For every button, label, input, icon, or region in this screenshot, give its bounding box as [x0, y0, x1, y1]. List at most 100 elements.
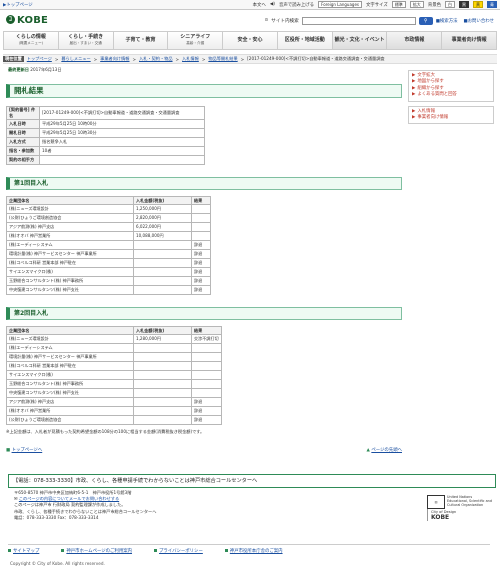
arrow-right-icon: ▶: [412, 79, 416, 85]
table-row: 契約の相手方: [6, 155, 205, 165]
breadcrumb: 現在位置 トップページ > 暮らしメニュー > 事業者向け情報 > 入札・契約・物品 >…: [3, 54, 497, 64]
round1-table: 企業団体名 入札金額(税抜) 結果 (株)ニューズ環境設計 1,250,000円 (公…: [6, 196, 211, 295]
nav-item-senior[interactable]: シニアライフ 高齢・介護: [168, 32, 224, 49]
page-title: 開札結果: [6, 84, 402, 98]
to-top-page-link[interactable]: ■ トップページへ: [6, 447, 42, 453]
footer-link-access[interactable]: 神戸市役所本庁舎のご案内: [224, 548, 283, 554]
bg-yellow-button[interactable]: 黄: [473, 1, 483, 8]
footer-link-privacy[interactable]: プライバシーポリシー: [154, 548, 203, 554]
search-input[interactable]: [301, 16, 416, 25]
table-row: (株)エーディーシステム: [6, 343, 222, 353]
site-search: ⊙ サイト内検索 ⚲ ■検索方法 ■お問い合わせ: [264, 16, 494, 25]
foreign-languages-button[interactable]: Foreign Languages: [318, 1, 362, 8]
utility-bar: ▶トップページ 本文へ ◀) 音声で読み上げる Foreign Language…: [0, 0, 500, 10]
search-label: サイト内検索: [271, 18, 299, 24]
nav-item-procedures[interactable]: くらし・手続き 届出・すまい・交通: [59, 32, 114, 49]
table-row: (株)オオバ 神戸営業所 10,088,000円: [6, 231, 211, 241]
breadcrumb-current-label: 現在位置: [3, 56, 24, 62]
square-icon: [8, 549, 11, 552]
square-icon: [61, 549, 65, 552]
table-row: (株)コベルコ科研 営業本部 神戸駐在: [6, 361, 222, 371]
footer-address: 〒650-8570 神戸市中央区加納町6-5-1 神戸市役所1号館3階 ✉ この…: [14, 490, 157, 520]
table-row: 入札日時 平成29年5月25日 10時00分: [6, 119, 205, 129]
to-top-link[interactable]: ▶トップページ: [3, 2, 33, 8]
breadcrumb-link[interactable]: 入札・契約・物品: [139, 56, 173, 62]
table-row: サイエンスマイクロ(株) 辞退: [6, 267, 211, 277]
site-logo[interactable]: ｺ KOBE: [6, 15, 48, 26]
table-row: 玉野総合コンサルタント(株) 神戸事務所: [6, 379, 222, 389]
price-note: ※上記金額は、入札者が見積もった契約希望金額の108分の100に相当する金額(消…: [6, 429, 205, 434]
breadcrumb-link[interactable]: 物品等開札結果: [208, 56, 237, 62]
copyright: Copyright © City of Kobe. All rights res…: [10, 561, 105, 566]
footer-link-sitemap[interactable]: サイトマップ: [8, 548, 39, 554]
table-row: 開札日時 平成29年5月25日 10時30分: [6, 128, 205, 138]
chevron-right-icon: >: [132, 56, 137, 62]
table-row: 玉野総合コンサルタント(株) 神戸事務所 辞退: [6, 276, 211, 286]
page-top-link[interactable]: ▲ ページの先頭へ: [367, 447, 402, 453]
round2-table: 企業団体名 入札金額(税抜) 結果 (株)ニューズ環境設計 1,280,000円 交渉不…: [6, 326, 222, 425]
table-row: (株)エーディーシステム 辞退: [6, 240, 211, 250]
chevron-right-icon: >: [201, 56, 206, 62]
nav-item-tourism[interactable]: 観光・文化・イベント: [332, 32, 388, 49]
breadcrumb-link[interactable]: 入札情報: [182, 56, 199, 62]
arrow-right-icon: ▶: [412, 92, 416, 98]
sidebar-item-faq[interactable]: ▶ よくある質問と回答: [412, 92, 490, 98]
footer-links: サイトマップ 神戸市ホームページのご利用案内 プライバシーポリシー 神戸市役所本…: [8, 544, 490, 555]
font-size-label: 文字サイズ: [365, 2, 388, 8]
speaker-icon: ◀): [269, 2, 275, 7]
arrow-right-icon: ▶: [412, 73, 416, 78]
nav-item-city-info[interactable]: 市政情報: [387, 32, 443, 49]
square-icon: [224, 549, 228, 552]
call-center-banner: 【電話：078-333-3330】市政、くらし、各種申請手続でわからないことは神…: [8, 474, 496, 488]
search-help-link[interactable]: ■検索方法: [436, 18, 458, 24]
chevron-right-icon: >: [93, 56, 98, 62]
voice-link[interactable]: 音声で読み上げる: [279, 2, 314, 8]
search-button[interactable]: ⚲: [418, 16, 433, 25]
table-row: 中央復建コンサルタンツ(株) 神戸支社 辞退: [6, 285, 211, 295]
font-standard-button[interactable]: 標準: [391, 1, 406, 8]
page-nav: ■ トップページへ ▲ ページの先頭へ: [6, 447, 402, 453]
table-header-row: 企業団体名 入札金額(税抜) 結果: [6, 196, 211, 205]
nav-item-business[interactable]: 事業者向け情報: [442, 32, 497, 49]
bg-white-button[interactable]: 白: [445, 1, 455, 8]
table-row: 入札方式 指名競争入札: [6, 137, 205, 147]
bg-blue-button[interactable]: 青: [487, 1, 497, 8]
chevron-right-icon: >: [175, 56, 180, 62]
magnifier-icon: ⚲: [423, 17, 428, 24]
breadcrumb-link[interactable]: 事業者向け情報: [100, 56, 129, 62]
text-mode-link[interactable]: 本文へ: [253, 2, 266, 8]
global-nav: くらしの情報 (概要メニュー) くらし・手続き 届出・すまい・交通 子育て・教育 シ…: [3, 31, 497, 50]
chevron-right-icon: >: [240, 56, 245, 62]
sidebar-item-business-info[interactable]: ▶ 事業者向け情報: [412, 115, 490, 121]
unesco-city-of-design-logo: ▥United Nations Educational, Scientific a…: [427, 495, 500, 521]
nav-item-ward[interactable]: 区役所・地域活動: [278, 32, 333, 49]
chevron-right-icon: >: [54, 56, 59, 62]
sidebar: ▶ 文字拡大 ▶ 地図から探す ▶ 組織から探す ▶ よくある質問と回答 ▶ 入札情報 ▶…: [408, 70, 494, 128]
table-row: アジア航測(株) 神戸支店 6,022,000円: [6, 222, 211, 232]
round2-heading: 第2回目入札: [6, 307, 402, 320]
nav-item-childcare[interactable]: 子育て・教育: [114, 32, 169, 49]
nav-item-living[interactable]: くらしの情報 (概要メニュー): [4, 32, 59, 49]
bg-color-label: 背景色: [427, 2, 441, 8]
arrow-right-icon: ▶: [412, 85, 416, 91]
breadcrumb-current: [2017-01249-000]<不調打切>自動車報道・道路交通調査・交通量調査: [247, 56, 385, 61]
arrow-right-icon: ▶: [412, 108, 416, 114]
footer-link-usage[interactable]: 神戸市ホームページのご利用案内: [61, 548, 132, 554]
nav-item-safety[interactable]: 安全・安心: [223, 32, 278, 49]
breadcrumb-link[interactable]: トップページ: [27, 56, 52, 62]
arrow-right-icon: ▶: [412, 115, 416, 121]
contact-link[interactable]: ■お問い合わせ: [463, 18, 494, 24]
utility-controls: 本文へ ◀) 音声で読み上げる Foreign Languages 文字サイズ …: [253, 1, 497, 8]
table-row: (公財)ひょうご環境創造協会 2,820,000円: [6, 213, 211, 223]
font-large-button[interactable]: 拡大: [409, 1, 424, 8]
breadcrumb-link[interactable]: 暮らしメニュー: [61, 56, 90, 62]
square-icon: [154, 549, 158, 552]
table-row: [契約番号] 件名 [2017-01249-000]<不調打切>自動車報道・道路交…: [6, 106, 205, 120]
table-row: (株)ニューズ環境設計 1,280,000円 交渉不調打切: [6, 334, 222, 344]
site-header: ｺ KOBE ⊙ サイト内検索 ⚲ ■検索方法 ■お問い合わせ: [0, 10, 500, 27]
bg-black-button[interactable]: 黒: [459, 1, 469, 8]
search-icon: ⊙: [264, 18, 269, 23]
square-icon: ■: [6, 448, 11, 453]
table-row: サイエンスマイクロ(株): [6, 370, 222, 380]
table-header-row: 企業団体名 入札金額(税抜) 結果: [6, 326, 222, 335]
